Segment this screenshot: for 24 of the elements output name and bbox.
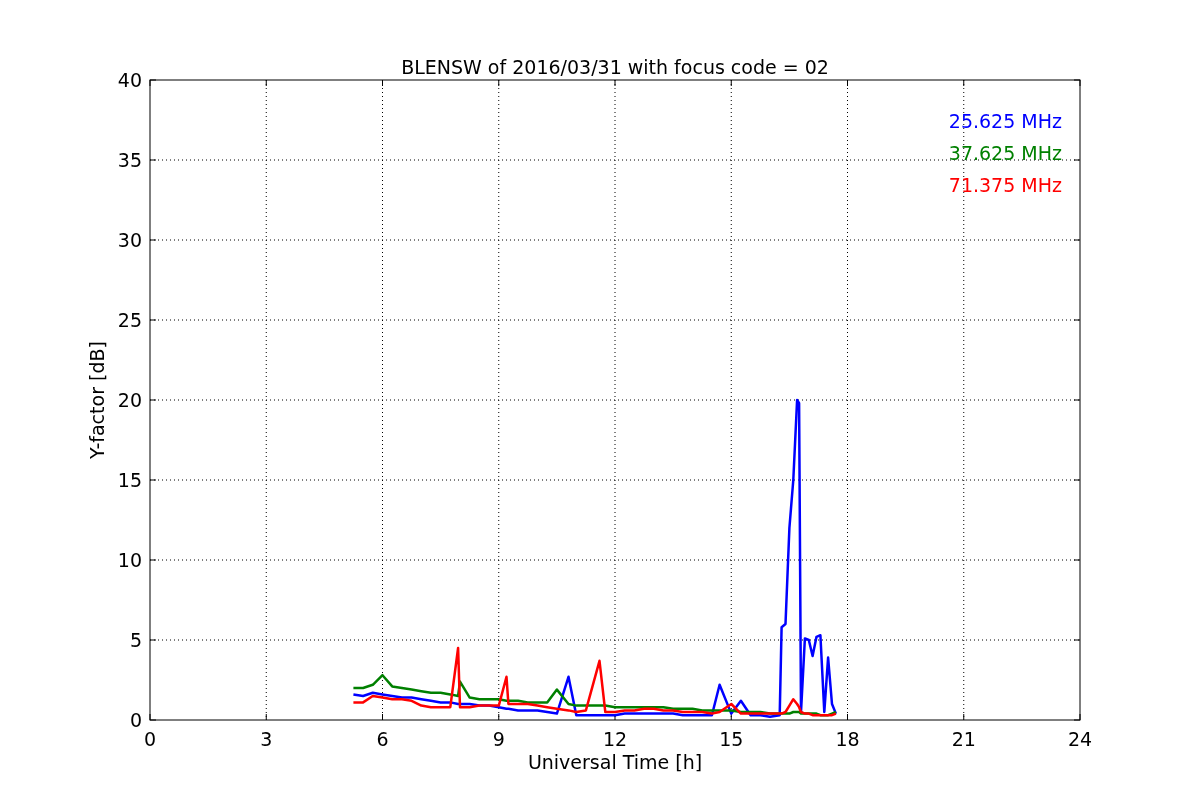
x-tick-label: 0 [143, 728, 157, 750]
x-tick-label: 6 [376, 728, 389, 750]
y-tick-label: 30 [117, 229, 142, 251]
y-tick-label: 15 [117, 469, 142, 491]
x-tick-label: 21 [951, 728, 976, 750]
x-axis-label: Universal Time [h] [527, 751, 703, 773]
y-tick-label: 35 [117, 149, 142, 171]
x-tick-label: 9 [492, 728, 505, 750]
legend-label: 37.625 MHz [948, 142, 1062, 164]
chart-title: BLENSW of 2016/03/31 with focus code = 02 [401, 56, 829, 78]
y-axis-label: Y-factor [dB] [86, 341, 108, 459]
y-tick-label: 10 [117, 549, 142, 571]
y-tick-label: 20 [117, 389, 142, 411]
y-tick-label: 25 [117, 309, 142, 331]
legend-label: 25.625 MHz [948, 110, 1062, 132]
y-tick-label: 40 [117, 69, 142, 91]
x-tick-label: 18 [835, 728, 860, 750]
x-tick-label: 15 [719, 728, 744, 750]
y-tick-label: 0 [129, 709, 142, 731]
x-tick-label: 12 [602, 728, 628, 750]
y-tick-label: 5 [129, 629, 142, 651]
x-tick-label: 24 [1067, 728, 1093, 750]
legend-label: 71.375 MHz [948, 174, 1062, 196]
x-tick-label: 3 [260, 728, 273, 750]
